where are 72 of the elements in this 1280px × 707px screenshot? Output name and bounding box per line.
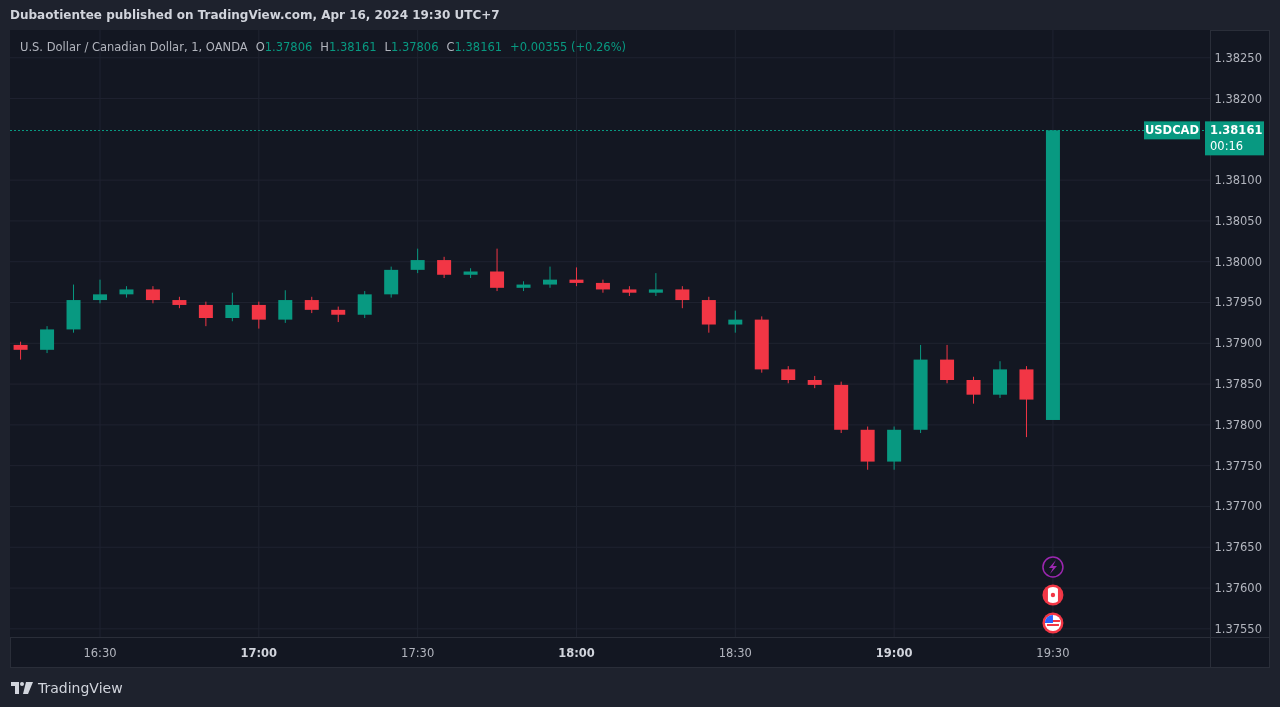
price-axis-label: 1.38100 xyxy=(1214,173,1262,188)
ohlc-value: O1.37806 xyxy=(255,40,313,54)
time-axis-label: 17:00 xyxy=(240,646,278,660)
candle xyxy=(940,344,955,384)
candle xyxy=(225,292,240,322)
candle xyxy=(595,279,610,294)
price-axis-label: 1.37950 xyxy=(1214,295,1262,310)
price-axis-label: 1.37550 xyxy=(1214,621,1262,636)
candle xyxy=(569,266,584,287)
price-axis-label: 1.38250 xyxy=(1214,50,1262,65)
price-axis-label: 1.37750 xyxy=(1214,458,1262,473)
candle xyxy=(93,279,107,304)
price-axis-label: 1.38050 xyxy=(1214,213,1262,228)
symbol-title: U.S. Dollar / Canadian Dollar, 1, OANDA xyxy=(20,40,248,54)
price-axis-label: 1.37850 xyxy=(1214,377,1262,392)
price-axis-label: 1.37700 xyxy=(1214,499,1262,514)
candle xyxy=(40,325,55,354)
candle xyxy=(728,310,743,334)
logo-icon xyxy=(11,681,33,694)
candle xyxy=(675,285,690,309)
ohlc-value: H1.38161 xyxy=(320,40,377,54)
candle xyxy=(331,306,346,323)
time-axis-label: 18:30 xyxy=(718,646,752,660)
candle xyxy=(543,266,557,289)
price-badge: 1.38161 00:16 xyxy=(1205,121,1264,156)
candle xyxy=(463,267,478,279)
time-axis-label: 16:30 xyxy=(83,646,117,660)
time-axis-label: 19:30 xyxy=(1036,646,1070,660)
candle xyxy=(119,285,134,299)
ticker-badge: USDCAD xyxy=(1144,121,1200,140)
candle xyxy=(834,381,849,434)
candle xyxy=(622,285,637,297)
candle xyxy=(860,426,875,471)
time-axis-label: 19:00 xyxy=(875,646,913,660)
candle xyxy=(410,248,425,274)
price-axis-label: 1.38000 xyxy=(1214,254,1262,269)
candle xyxy=(198,301,213,327)
time-axis-label: 17:30 xyxy=(401,646,435,660)
ohlc-value: C1.38161 xyxy=(446,40,503,54)
candle xyxy=(66,284,81,334)
price-axis-label: 1.37900 xyxy=(1214,336,1262,351)
time-axis-label: 18:00 xyxy=(558,646,595,660)
candle xyxy=(807,375,822,389)
candle xyxy=(384,266,399,299)
price-axis-label: 1.37600 xyxy=(1214,581,1262,596)
candle xyxy=(490,248,505,292)
candle xyxy=(13,341,28,361)
price-change: +0.00355 (+0.26%) xyxy=(510,40,627,54)
candle xyxy=(437,256,452,279)
candle xyxy=(887,426,902,471)
candle xyxy=(781,365,796,384)
flag-icon[interactable] xyxy=(1042,584,1064,606)
candle xyxy=(648,272,663,297)
candle xyxy=(278,289,293,324)
candle xyxy=(993,360,1007,399)
price-axis-label: 1.37650 xyxy=(1214,540,1262,555)
publisher-line: Dubaotientee published on TradingView.com, Apr 16, 2024 19:30 UTC+7 xyxy=(9,7,501,24)
candle xyxy=(172,296,187,309)
candle xyxy=(701,296,716,334)
lightning-icon[interactable] xyxy=(1042,556,1064,578)
ohlc-value: L1.37806 xyxy=(384,40,439,54)
candle xyxy=(357,290,372,319)
candle xyxy=(251,301,266,330)
candle xyxy=(966,376,981,405)
candle xyxy=(516,280,531,292)
price-axis-label: 1.37800 xyxy=(1214,417,1262,432)
candle xyxy=(304,296,319,314)
ref-line-label: 1.38161 xyxy=(1210,123,1263,138)
brand-name: TradingView xyxy=(38,679,123,696)
flag-icon[interactable] xyxy=(1042,612,1064,634)
price-axis-label: 1.38200 xyxy=(1214,91,1262,106)
candle xyxy=(145,285,160,304)
